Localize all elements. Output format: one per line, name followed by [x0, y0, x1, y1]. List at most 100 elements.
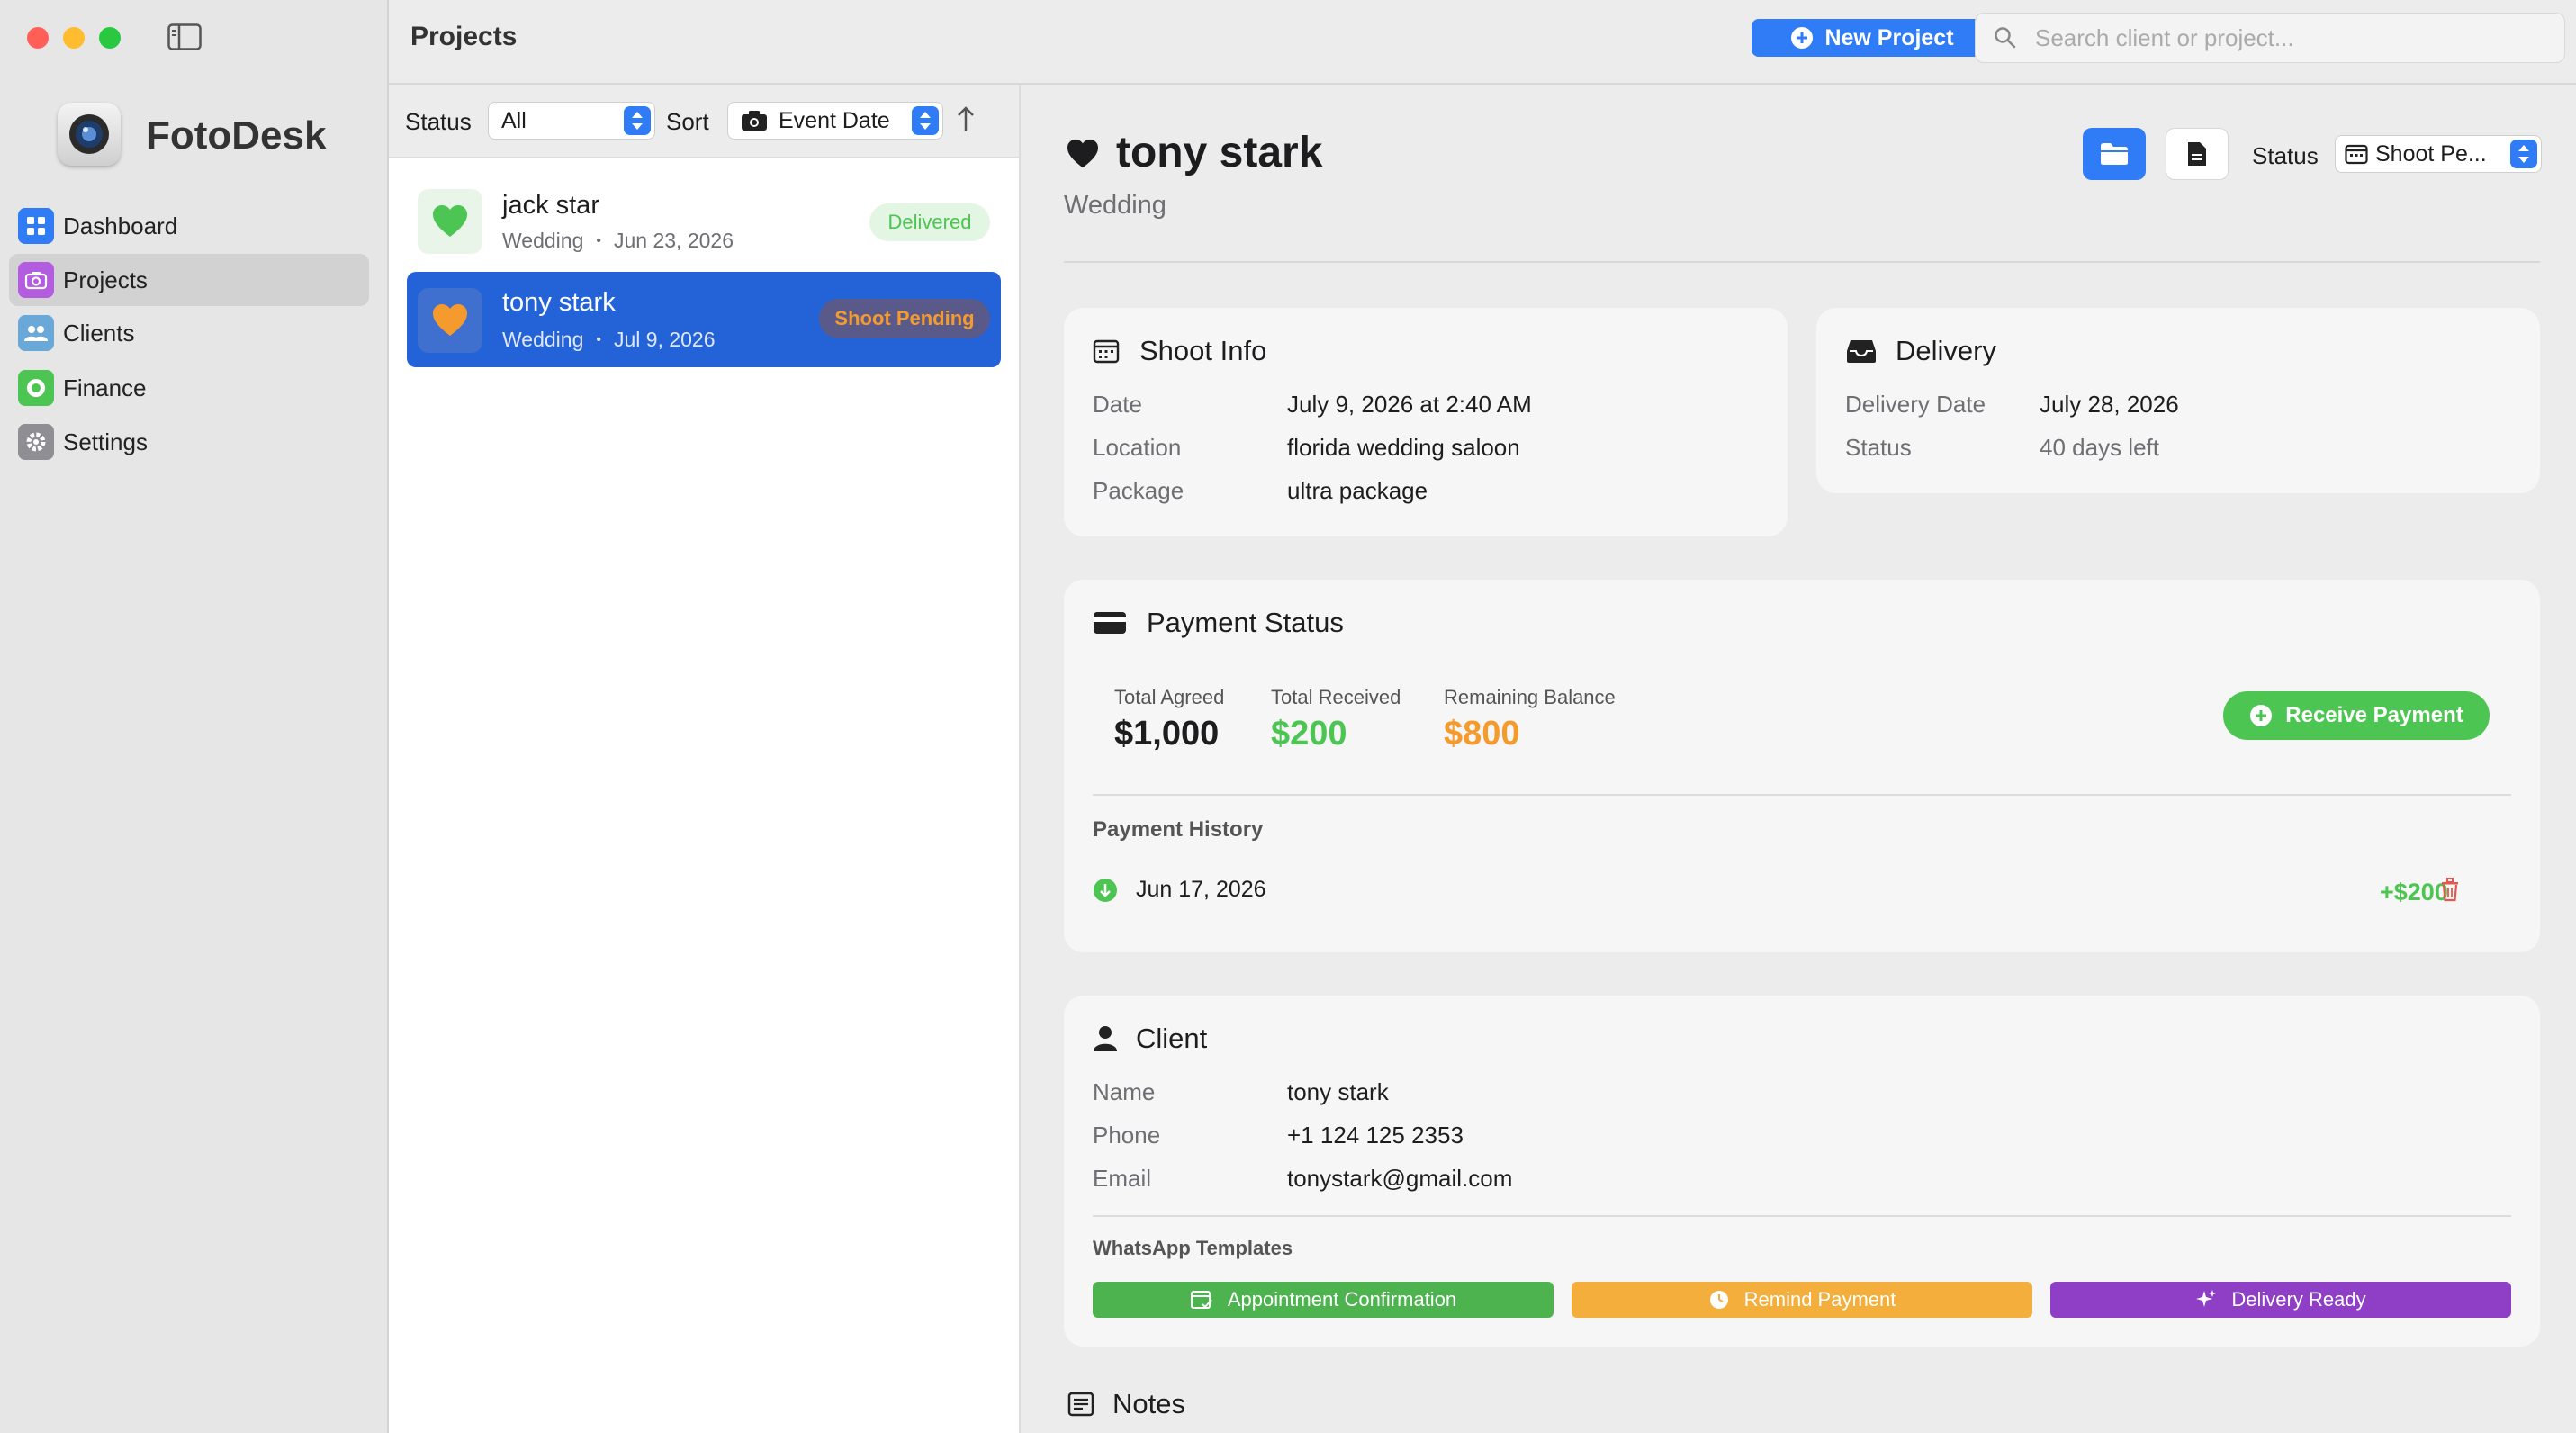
separator-dot: • [596, 331, 601, 347]
total-received-label: Total Received [1271, 686, 1401, 708]
sort-direction-button[interactable] [954, 104, 977, 140]
coin-icon [18, 370, 54, 406]
sidebar: FotoDesk Dashboard Projects Clients Fina… [0, 0, 389, 1433]
row-value: tonystark@gmail.com [1287, 1165, 1513, 1192]
project-list-pane: Status All Sort Event Date jack star Wed… [389, 85, 1021, 1433]
status-filter-label: Status [405, 108, 472, 135]
delivery-card: Delivery Delivery Date July 28, 2026 Sta… [1816, 308, 2540, 493]
tray-icon [1847, 340, 1876, 363]
total-agreed-value: $1,000 [1114, 715, 1220, 753]
row-value: July 9, 2026 at 2:40 AM [1287, 391, 1532, 418]
shoot-info-card: Shoot Info Date July 9, 2026 at 2:40 AM … [1064, 308, 1788, 536]
row-value: florida wedding saloon [1287, 434, 1520, 461]
total-agreed-label: Total Agreed [1114, 686, 1225, 708]
trash-icon [2442, 878, 2458, 902]
divider [1093, 794, 2511, 796]
row-label: Email [1093, 1165, 1152, 1192]
chevron-updown-icon [624, 106, 651, 135]
toolbar: Projects New Project Search client or pr… [389, 0, 2576, 85]
delivery-ready-button[interactable]: Delivery Ready [2050, 1282, 2511, 1318]
row-value: +1 124 125 2353 [1287, 1122, 1464, 1149]
calendar-check-icon [1190, 1291, 1212, 1309]
sidebar-item-clients[interactable]: Clients [9, 307, 369, 359]
sidebar-toggle-icon[interactable] [167, 23, 202, 50]
zoom-window-button[interactable] [99, 27, 121, 49]
sidebar-item-settings[interactable]: Settings [9, 416, 369, 468]
project-status-select[interactable]: Shoot Pe... [2335, 135, 2542, 173]
document-icon [2188, 142, 2206, 166]
chevron-updown-icon [2510, 140, 2537, 168]
payment-status-card: Payment Status Total Agreed $1,000 Total… [1064, 580, 2540, 952]
sidebar-item-finance[interactable]: Finance [9, 362, 369, 414]
project-row-jack-star[interactable]: jack star Wedding • Jun 23, 2026 Deliver… [407, 173, 1001, 268]
divider [1093, 1215, 2511, 1217]
open-folder-button[interactable] [2083, 128, 2146, 180]
row-label: Status [1845, 434, 1912, 461]
notes-icon [1067, 1392, 1094, 1417]
sparkle-icon [2196, 1290, 2217, 1307]
new-project-button[interactable]: New Project [1752, 19, 1993, 57]
clock-icon [1709, 1291, 1728, 1309]
project-type: Wedding [1064, 191, 1166, 220]
minimize-window-button[interactable] [63, 27, 85, 49]
sidebar-item-projects[interactable]: Projects [9, 254, 369, 306]
sidebar-item-label: Clients [63, 319, 135, 347]
divider [1064, 261, 2540, 263]
sidebar-item-label: Finance [63, 374, 147, 401]
document-button[interactable] [2166, 128, 2229, 180]
row-value: 40 days left [2040, 434, 2159, 461]
remind-payment-button[interactable]: Remind Payment [1572, 1282, 2032, 1318]
sidebar-item-label: Dashboard [63, 212, 178, 239]
remaining-balance-value: $800 [1444, 715, 1520, 753]
person-icon [1094, 1026, 1117, 1051]
payment-history-title: Payment History [1093, 817, 1264, 842]
plus-circle-icon [2250, 705, 2273, 726]
status-badge: Shoot Pending [819, 299, 990, 338]
client-card: Client Name tony stark Phone +1 124 125 … [1064, 996, 2540, 1347]
client-header: Client [1093, 1023, 1207, 1055]
whatsapp-templates-title: WhatsApp Templates [1093, 1237, 1293, 1259]
project-row-tony-stark[interactable]: tony stark Wedding • Jul 9, 2026 Shoot P… [407, 272, 1001, 367]
sidebar-item-dashboard[interactable]: Dashboard [9, 200, 369, 252]
sidebar-item-label: Projects [63, 266, 148, 293]
row-value: tony stark [1287, 1078, 1389, 1105]
client-title: tony stark [1116, 129, 1323, 176]
payment-date: Jun 17, 2026 [1136, 877, 1266, 902]
app-name: FotoDesk [146, 113, 327, 158]
shoot-info-header: Shoot Info [1093, 335, 1266, 367]
payment-header: Payment Status [1093, 607, 1344, 639]
project-meta: Wedding • Jul 9, 2026 [502, 328, 716, 351]
appointment-confirmation-button[interactable]: Appointment Confirmation [1093, 1282, 1554, 1318]
project-name: jack star [502, 191, 599, 220]
row-label: Package [1093, 477, 1184, 504]
heart-icon [1066, 139, 1100, 174]
camera-icon [742, 111, 767, 131]
people-icon [18, 315, 54, 351]
arrow-up-icon [958, 106, 974, 131]
receive-payment-button[interactable]: Receive Payment [2223, 691, 2490, 740]
sort-label: Sort [666, 108, 709, 135]
heart-icon [418, 189, 482, 254]
heart-icon [418, 288, 482, 353]
app-logo-icon [58, 103, 121, 166]
payment-history-row: Jun 17, 2026 [1093, 877, 1266, 903]
page-title: Projects [410, 22, 518, 51]
row-label: Delivery Date [1845, 391, 1986, 418]
arrow-down-circle-icon [1094, 878, 1117, 902]
delivery-header: Delivery [1845, 335, 1996, 367]
status-filter-select[interactable]: All [488, 102, 655, 140]
sort-select[interactable]: Event Date [727, 102, 943, 140]
close-window-button[interactable] [27, 27, 49, 49]
plus-circle-icon [1791, 27, 1814, 49]
delete-payment-button[interactable] [2439, 877, 2461, 906]
project-name: tony stark [502, 288, 616, 317]
search-input[interactable]: Search client or project... [1975, 13, 2565, 63]
chevron-updown-icon [912, 106, 939, 135]
row-value: ultra package [1287, 477, 1428, 504]
credit-card-icon [1094, 612, 1126, 634]
sidebar-item-label: Settings [63, 428, 148, 455]
status-label: Status [2252, 142, 2319, 169]
total-received-value: $200 [1271, 715, 1347, 753]
row-value: July 28, 2026 [2040, 391, 2179, 418]
filter-bar: Status All Sort Event Date [389, 85, 1019, 158]
